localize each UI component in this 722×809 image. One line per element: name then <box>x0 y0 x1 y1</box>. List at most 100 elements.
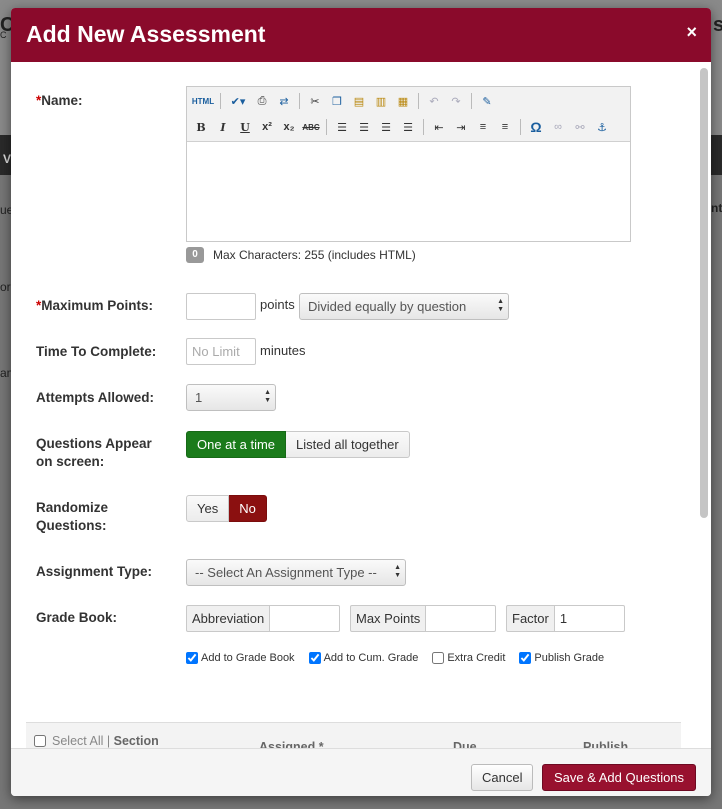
max-points-input[interactable] <box>186 293 256 320</box>
gradebook-max-points-input[interactable] <box>426 605 497 632</box>
attempts-allowed-select[interactable]: 1 ▲ ▼ <box>186 384 276 411</box>
sections-table-header: Select All | Section Assigned * Due Publ… <box>26 722 681 748</box>
background-text-fragment: s <box>713 14 722 36</box>
background-text-fragment: or <box>0 280 11 294</box>
paste-word-icon[interactable]: ▦ <box>392 91 414 111</box>
toolbar-row-2: B I U x² x₂ ABC ☰ ☰ ☰ ☰ ⇤ ⇥ ≡ ≡ Ω ∞ ⚯ ⚓ <box>190 116 613 138</box>
randomize-no-button[interactable]: No <box>229 495 267 522</box>
questions-appear-toggle: One at a time Listed all together <box>186 431 410 458</box>
add-to-grade-book-option[interactable]: Add to Grade Book <box>186 652 295 664</box>
publish-column-header: Publish <box>583 740 629 748</box>
attempts-allowed-label: Attempts Allowed: <box>36 390 154 405</box>
edit-icon[interactable]: ✎ <box>476 91 498 111</box>
toolbar-row-1: HTML ✔▾ ⎙ ⇄ ✂ ❐ ▤ ▥ ▦ ↶ ↷ ✎ <box>190 90 498 112</box>
copy-icon[interactable]: ❐ <box>326 91 348 111</box>
publish-grade-option[interactable]: Publish Grade <box>519 652 604 664</box>
questions-appear-label: Questions Appear on screen: <box>36 436 152 469</box>
superscript-icon[interactable]: x² <box>256 117 278 137</box>
find-replace-icon[interactable]: ⇄ <box>273 91 295 111</box>
max-chars-text: Max Characters: 255 (includes HTML) <box>213 248 416 262</box>
background-text-fragment: C <box>0 30 7 40</box>
modal-body: *Name: HTML ✔▾ ⎙ ⇄ ✂ ❐ ▤ ▥ ▦ ↶ ↷ ✎ B I U… <box>11 62 697 748</box>
add-to-cum-grade-checkbox[interactable] <box>308 652 321 664</box>
underline-icon[interactable]: U <box>234 117 256 137</box>
cut-icon[interactable]: ✂ <box>304 91 326 111</box>
background-text-fragment: V <box>3 152 12 166</box>
add-to-grade-book-checkbox[interactable] <box>186 652 198 664</box>
toolbar-separator <box>220 93 221 109</box>
select-arrows-icon: ▲ ▼ <box>497 298 504 313</box>
outdent-icon[interactable]: ⇤ <box>428 117 450 137</box>
html-source-icon[interactable]: HTML <box>190 91 216 111</box>
rich-text-editor: HTML ✔▾ ⎙ ⇄ ✂ ❐ ▤ ▥ ▦ ↶ ↷ ✎ B I U x² x₂ … <box>186 86 631 242</box>
toolbar-separator <box>423 119 424 135</box>
randomize-yes-button[interactable]: Yes <box>186 495 230 522</box>
points-unit-label: points <box>260 297 295 312</box>
align-left-icon[interactable]: ☰ <box>331 117 353 137</box>
anchor-icon[interactable]: ⚓ <box>591 117 613 137</box>
name-editor-area[interactable] <box>187 142 630 241</box>
unlink-icon[interactable]: ⚯ <box>569 117 591 137</box>
modal-title: Add New Assessment <box>26 21 266 47</box>
toolbar-separator <box>326 119 327 135</box>
attempts-allowed-value: 1 <box>195 390 203 405</box>
align-right-icon[interactable]: ☰ <box>375 117 397 137</box>
randomize-questions-label: Randomize Questions: <box>36 500 109 533</box>
assigned-column-header: Assigned * <box>259 740 324 748</box>
gradebook-max-points-group: Max Points <box>350 605 497 632</box>
modal-scrollbar[interactable] <box>700 68 708 518</box>
strikethrough-icon[interactable]: ABC <box>300 117 322 137</box>
name-label: *Name: <box>36 93 83 108</box>
extra-credit-option[interactable]: Extra Credit <box>432 652 505 664</box>
toolbar-separator <box>418 93 419 109</box>
modal-header: Add New Assessment × <box>11 8 711 62</box>
close-icon[interactable]: × <box>686 22 697 43</box>
points-distribution-select[interactable]: Divided equally by question ▲ ▼ <box>299 293 509 320</box>
add-assessment-modal: Add New Assessment × *Name: HTML ✔▾ ⎙ ⇄ … <box>11 8 711 796</box>
abbreviation-input[interactable] <box>270 605 341 632</box>
assignment-type-select[interactable]: -- Select An Assignment Type -- ▲ ▼ <box>186 559 406 586</box>
char-count-badge: 0 <box>186 247 204 263</box>
assignment-type-label: Assignment Type: <box>36 564 153 579</box>
listed-all-together-button[interactable]: Listed all together <box>286 431 410 458</box>
add-to-cum-grade-option[interactable]: Add to Cum. Grade <box>308 652 418 664</box>
extra-credit-checkbox[interactable] <box>432 652 445 664</box>
subscript-icon[interactable]: x₂ <box>278 117 300 137</box>
redo-icon[interactable]: ↷ <box>445 91 467 111</box>
section-column-header: Section <box>113 734 159 748</box>
save-add-questions-button[interactable]: Save & Add Questions <box>542 764 696 791</box>
select-all-checkbox[interactable] <box>34 735 46 747</box>
max-points-addon: Max Points <box>350 605 427 632</box>
bold-icon[interactable]: B <box>190 117 212 137</box>
numbered-list-icon[interactable]: ≡ <box>472 117 494 137</box>
align-justify-icon[interactable]: ☰ <box>397 117 419 137</box>
toolbar-separator <box>471 93 472 109</box>
print-icon[interactable]: ⎙ <box>251 91 273 111</box>
char-count-info: 0 Max Characters: 255 (includes HTML) <box>186 247 416 263</box>
factor-input[interactable] <box>554 605 625 632</box>
cancel-button[interactable]: Cancel <box>471 764 533 791</box>
spellcheck-icon[interactable]: ✔▾ <box>225 91 251 111</box>
align-center-icon[interactable]: ☰ <box>353 117 375 137</box>
grade-book-label: Grade Book: <box>36 610 118 625</box>
select-arrows-icon: ▲ ▼ <box>394 564 401 579</box>
italic-icon[interactable]: I <box>212 117 234 137</box>
indent-icon[interactable]: ⇥ <box>450 117 472 137</box>
link-icon[interactable]: ∞ <box>547 117 569 137</box>
modal-footer: Cancel Save & Add Questions <box>11 748 711 796</box>
time-to-complete-input[interactable] <box>186 338 256 365</box>
one-at-a-time-button[interactable]: One at a time <box>186 431 287 458</box>
select-all-option[interactable]: Select All | Section <box>34 734 159 748</box>
paste-text-icon[interactable]: ▥ <box>370 91 392 111</box>
undo-icon[interactable]: ↶ <box>423 91 445 111</box>
factor-group: Factor <box>506 605 625 632</box>
publish-grade-checkbox[interactable] <box>519 652 532 664</box>
bullet-list-icon[interactable]: ≡ <box>494 117 516 137</box>
time-to-complete-label: Time To Complete: <box>36 344 157 359</box>
points-distribution-value: Divided equally by question <box>308 299 467 314</box>
special-char-icon[interactable]: Ω <box>525 117 547 137</box>
due-column-header: Due <box>453 740 477 748</box>
factor-addon: Factor <box>506 605 555 632</box>
paste-icon[interactable]: ▤ <box>348 91 370 111</box>
abbreviation-addon: Abbreviation <box>186 605 271 632</box>
